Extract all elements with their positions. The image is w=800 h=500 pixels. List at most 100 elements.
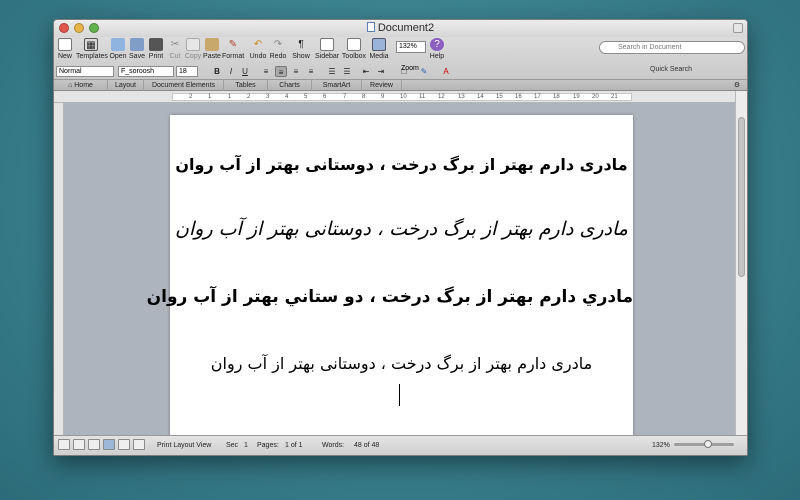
highlight-icon[interactable]: ✎: [418, 66, 430, 77]
document-icon: [366, 22, 375, 32]
outline-view-icon[interactable]: [73, 439, 85, 450]
show-button[interactable]: ¶ Show: [292, 38, 310, 60]
paste-label: Paste: [203, 53, 221, 60]
numbering-icon[interactable]: ☰: [341, 66, 353, 77]
ruler-mark: 14: [477, 94, 484, 100]
outdent-icon[interactable]: ⇤: [360, 66, 372, 77]
text-cursor: [399, 384, 400, 406]
tab-home[interactable]: ⌂ Home: [54, 80, 108, 91]
print-layout-view-icon[interactable]: [103, 439, 115, 450]
print-label: Print: [148, 53, 164, 60]
redo-icon: ↷: [273, 39, 283, 50]
undo-button[interactable]: ↶ Undo: [248, 38, 268, 60]
minimize-button[interactable]: [74, 23, 84, 33]
bold-button[interactable]: B: [211, 66, 223, 77]
borders-icon[interactable]: □: [398, 66, 410, 77]
publishing-view-icon[interactable]: [88, 439, 100, 450]
redo-button[interactable]: ↷ Redo: [269, 38, 287, 60]
ruler-mark: 18: [553, 94, 560, 100]
italic-button[interactable]: I: [225, 66, 237, 77]
indent-icon[interactable]: ⇥: [375, 66, 387, 77]
tab-smartart[interactable]: SmartArt: [312, 80, 362, 91]
tab-charts[interactable]: Charts: [268, 80, 312, 91]
align-right-icon[interactable]: ≡: [290, 66, 302, 77]
ruler-scale: 2 1 1 2 3 4 5 6 7 8 9 10 11 12 13 14 15 16 17 18 19 20 21: [172, 93, 632, 101]
underline-button[interactable]: U: [239, 66, 251, 77]
align-center-icon[interactable]: ≡: [275, 66, 287, 77]
ruler-mark: 9: [381, 94, 385, 100]
vertical-scrollbar[interactable]: [735, 91, 747, 437]
toolbox-label: Toolbox: [341, 53, 367, 60]
copy-button[interactable]: Copy: [184, 38, 202, 60]
view-name: Print Layout View: [157, 442, 212, 449]
tab-layout[interactable]: Layout: [108, 80, 144, 91]
zoom-slider-knob[interactable]: [704, 440, 712, 448]
font-select[interactable]: F_soroosh: [118, 66, 174, 77]
undo-label: Undo: [249, 53, 267, 60]
justify-icon[interactable]: ≡: [305, 66, 317, 77]
paragraph-4[interactable]: مادری دارم بهتر از برگ درخت ، دوستانی به…: [170, 354, 633, 373]
scrollbar-thumb[interactable]: [738, 117, 745, 277]
save-button[interactable]: Save: [128, 38, 146, 60]
align-left-icon[interactable]: ≡: [260, 66, 272, 77]
full-screen-view-icon[interactable]: [133, 439, 145, 450]
window-title: Document2: [377, 22, 435, 34]
tab-document-elements[interactable]: Document Elements: [144, 80, 224, 91]
pages-value: 1 of 1: [285, 442, 303, 449]
paste-clipboard-icon: [205, 38, 219, 51]
paragraph-2[interactable]: مادری دارم بهتر از برگ درخت ، دوستانی به…: [170, 218, 633, 240]
close-button[interactable]: [59, 23, 69, 33]
toolbox-button[interactable]: Toolbox: [341, 38, 367, 60]
fullscreen-icon[interactable]: [733, 23, 743, 33]
font-size-select[interactable]: 18: [176, 66, 198, 77]
open-button[interactable]: Open: [109, 38, 127, 60]
format-brush-icon: ✎: [228, 39, 238, 50]
ruler-mark: 13: [458, 94, 465, 100]
templates-label: Templates: [76, 53, 108, 60]
paragraph-1[interactable]: مادری دارم بهتر از برگ درخت ، دوستانی به…: [170, 155, 633, 174]
help-button[interactable]: ? Help: [428, 38, 446, 60]
ruler-mark: 5: [304, 94, 308, 100]
ruler-mark: 1: [208, 94, 212, 100]
zoom-select[interactable]: 132%: [396, 41, 426, 53]
window-controls: [59, 23, 99, 33]
tab-tables[interactable]: Tables: [224, 80, 268, 91]
search-input[interactable]: Search in Document: [599, 41, 745, 54]
format-button[interactable]: ✎ Format: [222, 38, 244, 60]
paragraph-3[interactable]: مادري دارم بهتر از برگ درخت ، دو ستاني ب…: [147, 287, 633, 307]
notebook-view-icon[interactable]: [118, 439, 130, 450]
ruler-mark: 8: [362, 94, 366, 100]
ruler-mark: 21: [611, 94, 618, 100]
tab-review[interactable]: Review: [362, 80, 402, 91]
ribbon-settings-icon[interactable]: ⚙: [728, 80, 746, 91]
templates-icon: ▦: [84, 38, 98, 51]
ruler-mark: 20: [592, 94, 599, 100]
redo-label: Redo: [269, 53, 287, 60]
status-zoom-value: 132%: [652, 442, 670, 449]
ruler-mark: 2: [247, 94, 251, 100]
zoom-slider[interactable]: [674, 440, 734, 448]
bullets-icon[interactable]: ☰: [326, 66, 338, 77]
cut-button[interactable]: ✂ Cut: [167, 38, 183, 60]
media-button[interactable]: Media: [368, 38, 390, 60]
style-select[interactable]: Normal: [56, 66, 114, 77]
templates-button[interactable]: ▦ Templates: [76, 38, 108, 60]
sidebar-label: Sidebar: [315, 53, 340, 60]
document-page[interactable]: مادری دارم بهتر از برگ درخت ، دوستانی به…: [147, 115, 633, 437]
cut-label: Cut: [169, 53, 181, 60]
font-color-icon[interactable]: A: [440, 66, 452, 77]
vertical-ruler: [54, 103, 64, 437]
draft-view-icon[interactable]: [58, 439, 70, 450]
paste-button[interactable]: Paste: [203, 38, 221, 60]
ruler-mark: 1: [228, 94, 232, 100]
ruler-mark: 6: [323, 94, 327, 100]
sidebar-button[interactable]: Sidebar: [315, 38, 339, 60]
zoom-button[interactable]: [89, 23, 99, 33]
tab-home-label: Home: [74, 82, 93, 89]
ruler-mark: 12: [438, 94, 445, 100]
print-button[interactable]: Print: [147, 38, 165, 60]
save-disk-icon: [130, 38, 144, 51]
new-button[interactable]: New: [56, 38, 74, 60]
open-folder-icon: [111, 38, 125, 51]
ruler-mark: 7: [343, 94, 347, 100]
